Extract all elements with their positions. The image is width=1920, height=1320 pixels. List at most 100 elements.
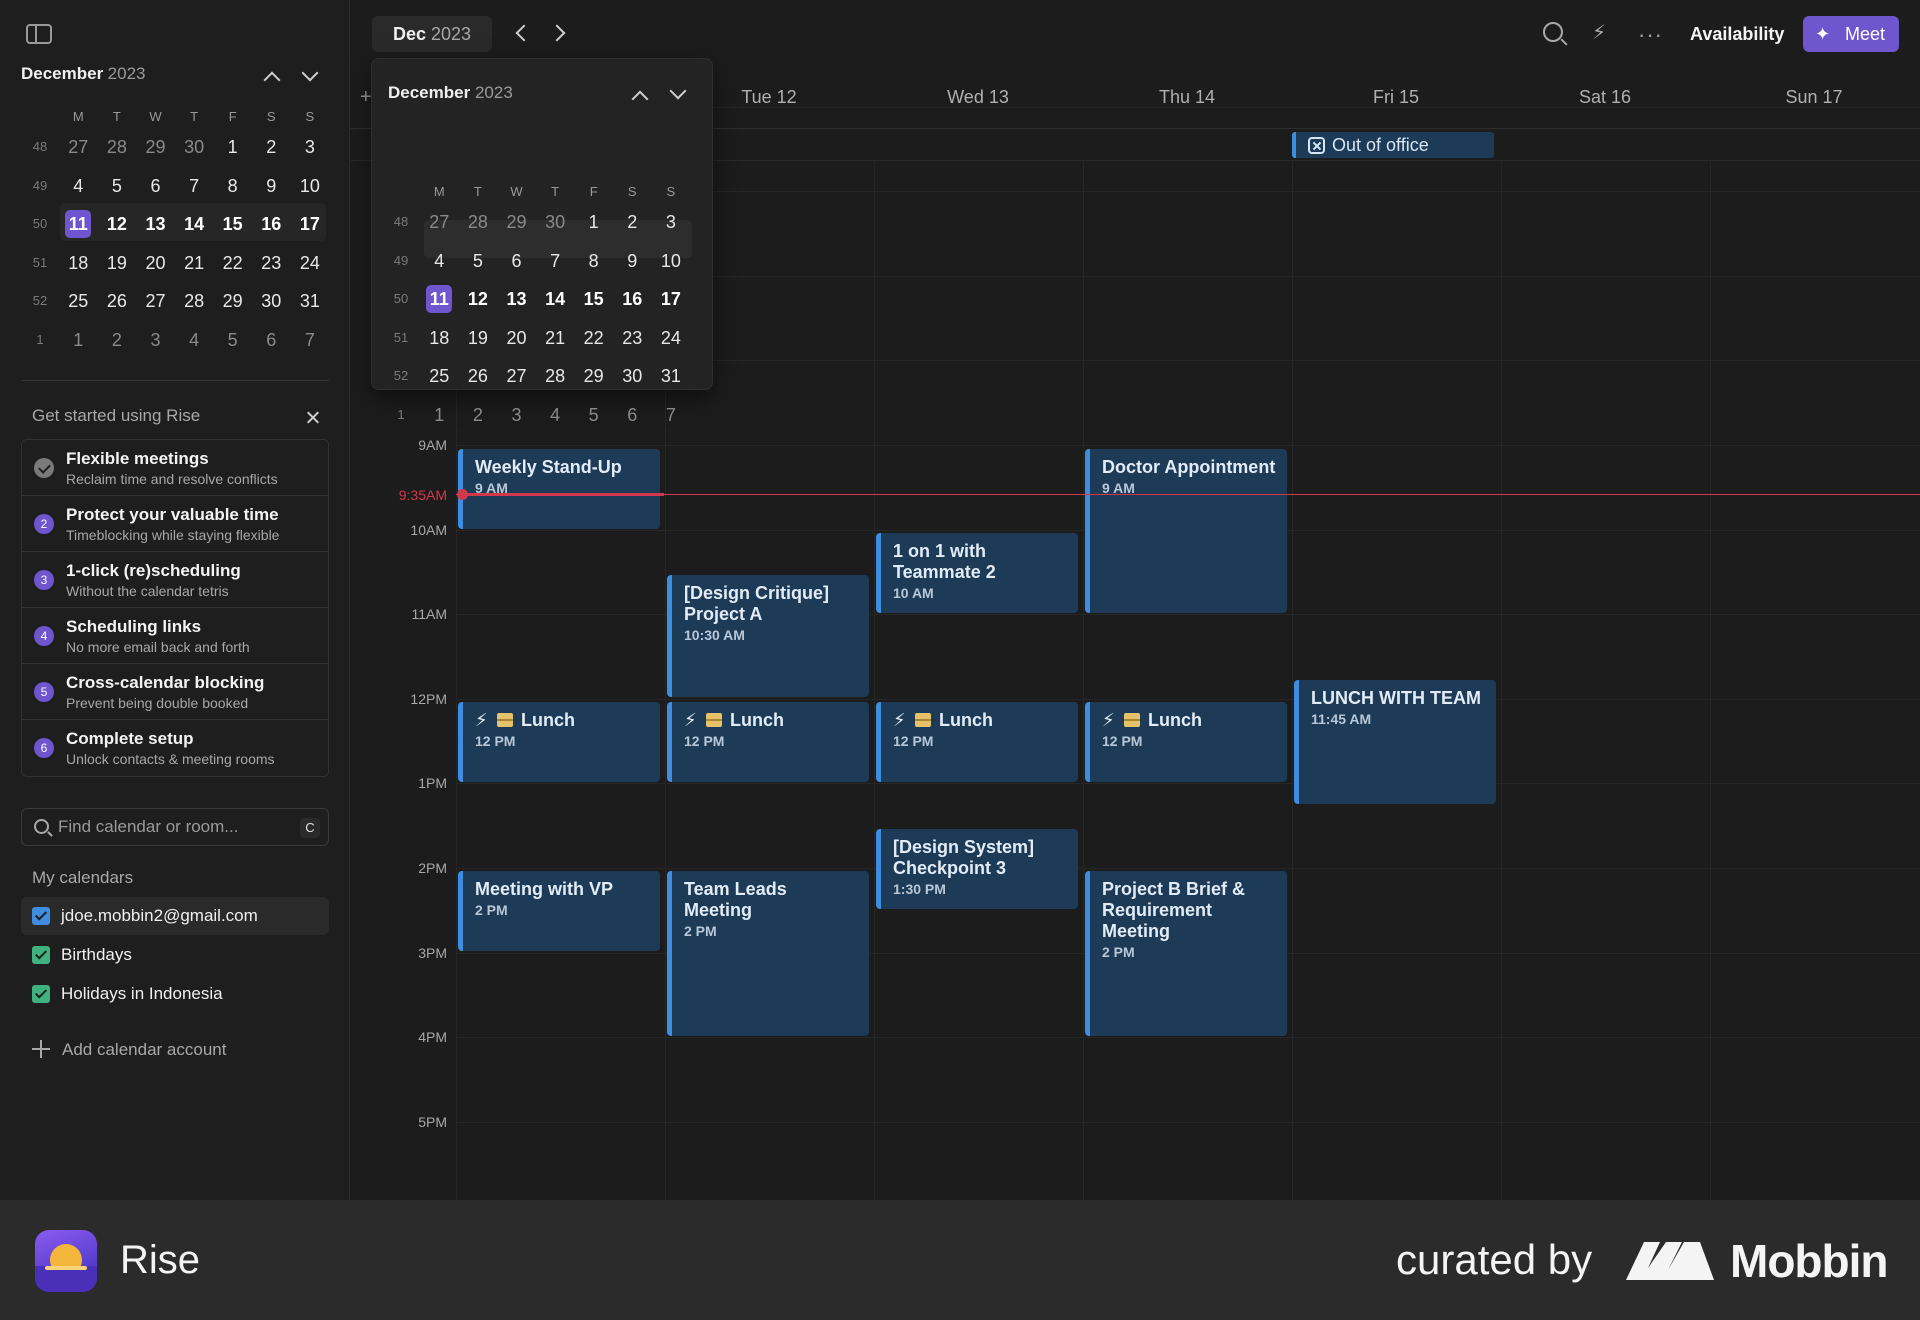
popup-calendar-day[interactable]: 9 [613,242,652,281]
popup-calendar-day[interactable]: 21 [536,319,575,358]
calendar-item[interactable]: Holidays in Indonesia [21,975,329,1013]
popup-calendar-day[interactable]: 1 [574,203,613,242]
day-header[interactable]: Sun 17 [1710,87,1918,108]
next-week-icon[interactable] [548,24,566,42]
chevron-up-icon[interactable] [263,71,281,89]
sidebar-calendar-day[interactable]: 9 [252,167,291,206]
sidebar-calendar-day[interactable]: 15 [213,205,252,244]
popup-calendar-day[interactable]: 10 [652,242,691,281]
sidebar-calendar-day[interactable]: 28 [175,282,214,321]
popup-calendar-day[interactable]: 5 [574,396,613,435]
sidebar-toggle-icon[interactable] [26,24,52,44]
popup-calendar-day[interactable]: 8 [574,242,613,281]
popup-calendar-day[interactable]: 17 [652,280,691,319]
sidebar-calendar-day[interactable]: 1 [59,321,98,360]
popup-calendar-day[interactable]: 26 [459,357,498,396]
popup-calendar-day[interactable]: 27 [497,357,536,396]
close-icon[interactable] [306,411,319,424]
meet-button[interactable]: ✦ Meet [1803,16,1899,52]
calendar-item[interactable]: jdoe.mobbin2@gmail.com [21,897,329,935]
chevron-up-icon[interactable] [631,90,649,108]
sidebar-calendar-day[interactable]: 25 [59,282,98,321]
popup-calendar-day[interactable]: 30 [613,357,652,396]
sidebar-calendar-day[interactable]: 26 [98,282,137,321]
popup-calendar-day[interactable]: 29 [497,203,536,242]
popup-calendar-day[interactable]: 2 [459,396,498,435]
event-card[interactable]: ⚡︎ Lunch 12 PM [667,702,869,782]
popup-calendar-day[interactable]: 23 [613,319,652,358]
getting-started-item[interactable]: 3 1-click (re)scheduling Without the calen… [22,552,328,608]
calendar-item[interactable]: Birthdays [21,936,329,974]
calendar-checkbox[interactable] [32,907,50,925]
popup-calendar-day[interactable]: 20 [497,319,536,358]
event-card[interactable]: Team Leads Meeting 2 PM [667,871,869,1036]
popup-calendar-day[interactable]: 6 [497,242,536,281]
getting-started-item[interactable]: 4 Scheduling links No more email back and … [22,608,328,664]
getting-started-item[interactable]: 2 Protect your valuable time Timeblocking … [22,496,328,552]
sidebar-calendar-day[interactable]: 30 [175,128,214,167]
sidebar-calendar-day[interactable]: 14 [175,205,214,244]
sidebar-calendar-day[interactable]: 2 [98,321,137,360]
sidebar-calendar-day[interactable]: 13 [136,205,175,244]
sidebar-calendar-day-selected[interactable]: 11 [59,205,98,244]
popup-calendar-day[interactable]: 22 [574,319,613,358]
previous-week-icon[interactable] [515,24,533,42]
more-icon[interactable]: ··· [1638,22,1663,48]
chevron-down-icon[interactable] [301,64,319,82]
popup-calendar-day[interactable]: 13 [497,280,536,319]
event-card[interactable]: Meeting with VP 2 PM [458,871,660,951]
day-header[interactable]: Fri 15 [1292,87,1500,108]
month-selector-button[interactable]: Dec 2023 [372,16,492,52]
popup-calendar-day[interactable]: 7 [536,242,575,281]
chevron-down-icon[interactable] [669,82,687,100]
day-header[interactable]: Thu 14 [1083,87,1291,108]
calendar-checkbox[interactable] [32,985,50,1003]
popup-calendar-day[interactable]: 6 [613,396,652,435]
sidebar-calendar-day[interactable]: 24 [291,244,330,283]
popup-calendar-day[interactable]: 4 [536,396,575,435]
sidebar-calendar-day[interactable]: 7 [291,321,330,360]
sidebar-calendar-day[interactable]: 1 [213,128,252,167]
sidebar-calendar-day[interactable]: 18 [59,244,98,283]
search-input[interactable] [58,813,278,841]
getting-started-item[interactable]: 5 Cross-calendar blocking Prevent being do… [22,664,328,720]
event-card[interactable]: ⚡︎ Lunch 12 PM [458,702,660,782]
popup-calendar-day[interactable]: 30 [536,203,575,242]
sidebar-calendar-day[interactable]: 3 [291,128,330,167]
sidebar-calendar-day[interactable]: 27 [136,282,175,321]
popup-calendar-day[interactable]: 28 [459,203,498,242]
sidebar-calendar-day[interactable]: 22 [213,244,252,283]
sidebar-calendar-day[interactable]: 10 [291,167,330,206]
day-header[interactable]: Wed 13 [874,87,1082,108]
popup-calendar-day[interactable]: 28 [536,357,575,396]
popup-calendar-day-selected[interactable]: 11 [420,280,459,319]
search-icon[interactable] [1543,22,1563,42]
popup-calendar-day[interactable]: 25 [420,357,459,396]
add-calendar-account-button[interactable]: Add calendar account [32,1040,226,1060]
calendar-checkbox[interactable] [32,946,50,964]
popup-calendar-day[interactable]: 16 [613,280,652,319]
sidebar-calendar-day[interactable]: 4 [59,167,98,206]
sidebar-calendar-day[interactable]: 5 [98,167,137,206]
sidebar-calendar-day[interactable]: 19 [98,244,137,283]
sidebar-calendar-day[interactable]: 30 [252,282,291,321]
popup-calendar-day[interactable]: 15 [574,280,613,319]
popup-calendar-day[interactable]: 29 [574,357,613,396]
popup-calendar-day[interactable]: 19 [459,319,498,358]
popup-calendar-day[interactable]: 31 [652,357,691,396]
sidebar-calendar-day[interactable]: 23 [252,244,291,283]
event-card[interactable]: ⚡︎ Lunch 12 PM [1085,702,1287,782]
sidebar-calendar-day[interactable]: 5 [213,321,252,360]
popup-calendar-day[interactable]: 12 [459,280,498,319]
sidebar-calendar-day[interactable]: 16 [252,205,291,244]
out-of-office-event[interactable]: Out of office [1292,132,1494,158]
add-event-icon[interactable]: + [360,86,372,109]
sidebar-calendar-day[interactable]: 8 [213,167,252,206]
getting-started-item[interactable]: Flexible meetings Reclaim time and resolv… [22,440,328,496]
sidebar-calendar-day[interactable]: 12 [98,205,137,244]
sidebar-calendar-day[interactable]: 2 [252,128,291,167]
popup-calendar-day[interactable]: 3 [497,396,536,435]
event-card[interactable]: Weekly Stand-Up 9 AM [458,449,660,529]
event-card[interactable]: [Design Critique] Project A 10:30 AM [667,575,869,697]
event-card[interactable]: [Design System] Checkpoint 3 1:30 PM [876,829,1078,909]
